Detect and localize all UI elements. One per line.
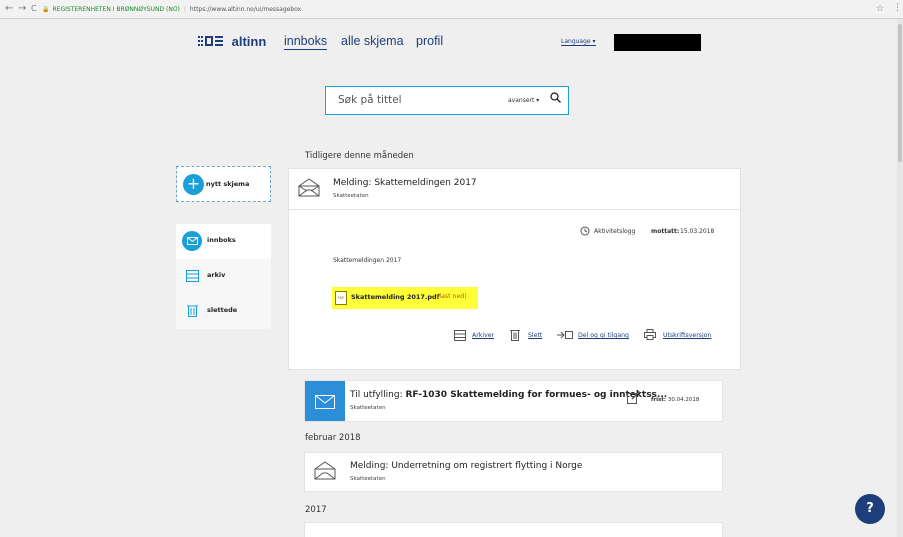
back-icon[interactable]: ← [5,3,13,14]
bookmark-star-icon[interactable]: ☆ [876,4,884,14]
share-access-action-link[interactable]: Del og gi tilgang [578,332,629,339]
deadline-date: 30.04.2018 [667,397,700,403]
new-form-button[interactable]: + nytt skjema [176,166,271,202]
attachment-name[interactable]: Skattemelding 2017.pdf [351,293,440,301]
forward-icon[interactable]: → [18,3,26,14]
message-title[interactable]: Til utfylling: RF-1030 Skattemelding for… [350,390,667,400]
envelope-open-icon [314,461,336,484]
history-icon [580,226,590,239]
download-link[interactable]: (last ned) [437,293,467,300]
message-sender: Skatteetaten [350,476,386,482]
scrollbar-thumb[interactable] [898,24,902,162]
envelope-icon [182,231,202,251]
advanced-search-toggle[interactable]: avansert ▾ [508,97,539,104]
nav-alle-skjema[interactable]: alle skjema [341,34,404,48]
received-label: mottatt: [651,228,680,235]
message-title[interactable]: Melding: Underretning om registrert flyt… [350,461,582,471]
message-card-partial[interactable] [305,523,722,537]
sidebar-item-label: arkiv [207,271,226,279]
trash-icon [182,301,202,321]
trash-icon [510,329,520,344]
message-sender: Skatteetaten [333,193,369,199]
print-version-action-link[interactable]: Utskriftsversjon [663,332,711,339]
envelope-open-icon [298,178,320,201]
unread-indicator [305,381,345,421]
help-button[interactable]: ? [855,494,885,524]
share-icon [557,330,573,343]
user-name-redacted[interactable] [614,34,701,51]
activity-log-link[interactable]: Aktivitetslogg [594,228,635,235]
browser-menu-icon[interactable]: ⋮ [893,3,902,13]
nav-innboks[interactable]: innboks [284,34,328,50]
sidebar-item-slettede[interactable]: slettede [176,294,271,329]
deadline-label: frist: [651,397,667,403]
message-sender: Skatteetaten [350,405,386,411]
deadline: frist: 30.04.2018 [651,397,699,403]
logo-text: altinn [231,34,267,49]
sidebar-item-arkiv[interactable]: arkiv [176,259,271,294]
url-separator: | [183,6,186,13]
search-input[interactable]: Søk på tittel [338,94,402,106]
language-dropdown[interactable]: Language ▾ [561,38,596,46]
section-heading-earlier-this-month: Tidligere denne måneden [305,151,414,161]
nav-profil[interactable]: profil [416,34,443,48]
delete-action-link[interactable]: Slett [528,332,542,339]
archive-icon [454,330,466,344]
card-divider [289,209,740,210]
plus-icon: + [183,174,204,195]
archive-action-link[interactable]: Arkiver [472,332,494,339]
message-card[interactable] [305,453,722,491]
received-date: 15.03.2018 [680,228,715,235]
lock-icon: 🔒 [42,6,50,13]
message-prefix: Til utfylling: [350,390,403,400]
envelope-icon [315,394,335,413]
reload-icon[interactable]: C [31,4,37,13]
address-bar[interactable]: 🔒 REGISTERENHETEN I BRØNNØYSUND (NO) | http… [42,2,882,17]
attachment-highlight[interactable]: PDF Skattemelding 2017.pdf (last ned) [332,287,478,309]
sidebar-item-label: slettede [207,306,238,314]
logo-mark-icon [198,34,227,49]
search-box[interactable]: Søk på tittel avansert ▾ [325,86,569,115]
pdf-file-icon: PDF [335,291,347,305]
edit-icon[interactable] [627,389,641,408]
section-heading-february-2018: februar 2018 [305,433,361,443]
sidebar-item-innboks[interactable]: innboks [176,224,271,259]
message-body: Skattemeldingen 2017 [333,257,402,264]
sidebar-item-label: innboks [207,236,236,244]
secure-site-label: REGISTERENHETEN I BRØNNØYSUND (NO) [52,6,180,13]
search-icon[interactable] [550,92,561,106]
printer-icon [644,329,656,343]
archive-icon [182,266,202,286]
url-text: https://www.altinn.no/ui/messagebox [189,6,302,13]
altinn-logo[interactable]: altinn [198,34,266,49]
new-form-label: nytt skjema [206,180,250,188]
section-heading-2017: 2017 [305,505,327,515]
message-title[interactable]: Melding: Skattemeldingen 2017 [333,178,477,188]
